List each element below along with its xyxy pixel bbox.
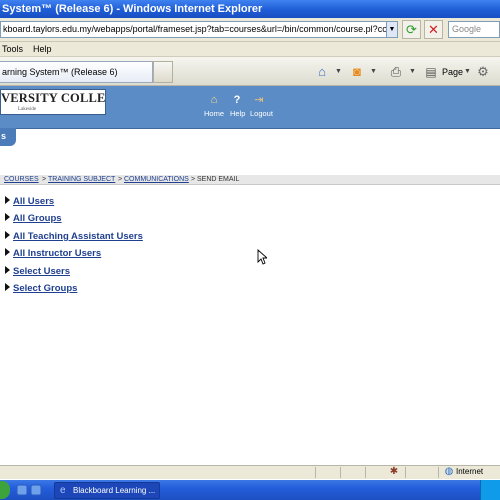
system-tray <box>480 480 500 500</box>
page-dropdown-icon[interactable]: ▼ <box>464 62 471 82</box>
expand-arrow-icon <box>5 283 10 292</box>
status-divider <box>365 467 366 478</box>
quick-launch-icon[interactable] <box>14 482 44 498</box>
expand-arrow-icon <box>5 231 10 240</box>
security-zone-label: Internet <box>456 467 484 476</box>
ie-icon: e <box>60 485 66 496</box>
internet-zone-icon: ◍ <box>444 466 454 477</box>
header-help-link[interactable]: Help <box>230 109 245 118</box>
breadcrumb-courses[interactable]: COURSES <box>4 175 39 185</box>
tools-gear-icon[interactable]: ⚙ <box>474 62 492 82</box>
institution-logo-subtext: Lakeside <box>18 107 37 112</box>
refresh-icon[interactable]: ⟳ <box>402 20 421 39</box>
option-all-instructor-users[interactable]: All Instructor Users <box>5 247 101 261</box>
option-all-teaching-assistant-users[interactable]: All Teaching Assistant Users <box>5 230 143 244</box>
print-icon[interactable]: ⎙ <box>387 62 405 82</box>
courses-tab[interactable]: s <box>0 128 16 146</box>
address-dropdown-button[interactable]: ▼ <box>386 21 398 38</box>
new-tab-button[interactable] <box>153 61 173 83</box>
option-all-groups[interactable]: All Groups <box>5 212 62 226</box>
breadcrumb-communications[interactable]: COMMUNICATIONS <box>124 175 189 185</box>
feed-dropdown-icon[interactable]: ▼ <box>370 62 377 82</box>
status-divider <box>340 467 341 478</box>
expand-arrow-icon <box>5 213 10 222</box>
window-title-bar: System™ (Release 6) - Windows Internet E… <box>0 0 500 18</box>
rss-feed-icon[interactable]: ◙ <box>348 62 366 82</box>
print-dropdown-icon[interactable]: ▼ <box>409 62 416 82</box>
course-tab-strip <box>0 128 500 146</box>
menu-help[interactable]: Help <box>33 43 52 56</box>
home-icon[interactable]: ⌂ <box>313 62 331 82</box>
option-select-groups[interactable]: Select Groups <box>5 282 77 296</box>
address-input[interactable]: kboard.taylors.edu.my/webapps/portal/fra… <box>0 21 390 38</box>
home-dropdown-icon[interactable]: ▼ <box>335 62 342 82</box>
status-divider <box>315 467 316 478</box>
mouse-cursor-icon <box>257 249 267 265</box>
breadcrumb-current: SEND EMAIL <box>197 176 240 183</box>
protected-mode-icon[interactable]: ✱ <box>388 466 400 478</box>
expand-arrow-icon <box>5 248 10 257</box>
breadcrumb-separator: > <box>191 176 196 183</box>
breadcrumb-training-subject[interactable]: TRAINING SUBJECT <box>48 175 115 185</box>
status-bar <box>0 465 500 479</box>
institution-logo: VERSITY COLLEGE <box>0 89 106 115</box>
help-icon[interactable]: ? <box>230 94 244 107</box>
home-icon[interactable]: ⌂ <box>207 94 221 107</box>
browser-tab[interactable]: arning System™ (Release 6) <box>0 61 153 83</box>
search-input[interactable]: Google <box>448 21 500 38</box>
header-home-link[interactable]: Home <box>204 109 224 118</box>
expand-arrow-icon <box>5 196 10 205</box>
header-logout-link[interactable]: Logout <box>250 109 273 118</box>
breadcrumb-separator: > <box>42 176 47 183</box>
expand-arrow-icon <box>5 266 10 275</box>
stop-icon[interactable]: ✕ <box>424 20 443 39</box>
status-divider <box>438 467 439 478</box>
page-icon[interactable]: ▤ <box>422 62 440 82</box>
option-all-users[interactable]: All Users <box>5 195 54 209</box>
menu-bar <box>0 42 500 57</box>
status-divider <box>405 467 406 478</box>
breadcrumb-separator: > <box>118 176 123 183</box>
menu-tools[interactable]: Tools <box>2 43 23 56</box>
logout-icon[interactable]: ⇥ <box>252 94 266 107</box>
option-select-users[interactable]: Select Users <box>5 265 70 279</box>
page-menu-button[interactable]: Page <box>442 62 463 82</box>
